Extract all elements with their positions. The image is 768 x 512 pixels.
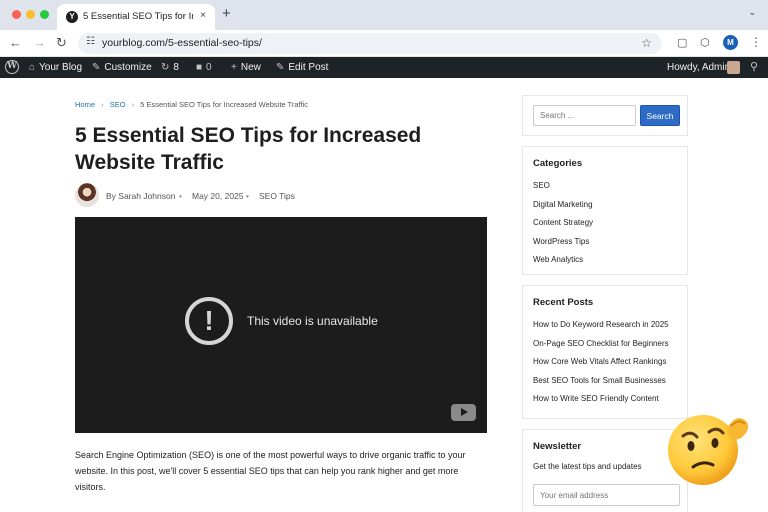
author-avatar[interactable] — [75, 183, 99, 207]
search-widget: Search — [522, 95, 688, 136]
meta-separator: • — [179, 191, 182, 201]
post-date: May 20, 2025 — [192, 191, 244, 201]
admin-edit-post[interactable]: ✎ Edit Post — [276, 62, 328, 73]
recent-posts-list: How to Do Keyword Research in 2025 On-Pa… — [533, 319, 669, 412]
admin-new[interactable]: + New — [231, 62, 261, 73]
back-arrow-icon[interactable]: ← — [9, 35, 22, 51]
brush-icon: ✎ — [92, 62, 101, 73]
new-tab-button[interactable]: + — [222, 6, 231, 22]
recent-post-link[interactable]: How Core Web Vitals Affect Rankings — [533, 356, 669, 375]
post-category[interactable]: SEO Tips — [259, 191, 295, 201]
recent-post-link[interactable]: Best SEO Tools for Small Businesses — [533, 375, 669, 394]
category-link[interactable]: Web Analytics — [533, 254, 593, 273]
breadcrumb-home[interactable]: Home — [75, 100, 95, 109]
breadcrumb-separator: › — [131, 100, 135, 109]
recent-post-link[interactable]: On-Page SEO Checklist for Beginners — [533, 338, 669, 357]
newsletter-email-input[interactable] — [533, 484, 680, 506]
breadcrumb: Home › SEO › 5 Essential SEO Tips for In… — [75, 100, 308, 109]
wp-admin-bar: W ⌂ Your Blog ✎ Customize ↻ 8 ■ 0 + New ✎ Edit… — [0, 57, 768, 78]
bookmark-star-icon[interactable]: ☆ — [641, 36, 652, 50]
browser-toolbar: ← → ↻ ☷ yourblog.com/5-essential-seo-tip… — [0, 30, 768, 57]
category-link[interactable]: Digital Marketing — [533, 199, 593, 218]
categories-title: Categories — [533, 158, 583, 169]
category-link[interactable]: WordPress Tips — [533, 236, 593, 255]
admin-search-icon[interactable]: ⚲ — [750, 60, 758, 73]
recent-post-link[interactable]: How to Write SEO Friendly Content — [533, 393, 669, 412]
post-meta: By Sarah Johnson • May 20, 2025 • SEO Ti… — [75, 183, 375, 208]
post-intro-paragraph: Search Engine Optimization (SEO) is one … — [75, 450, 466, 492]
meta-separator: • — [246, 191, 249, 201]
reload-icon[interactable]: ↻ — [56, 35, 67, 51]
admin-greeting[interactable]: Howdy, Admin — [667, 62, 730, 73]
extensions-icon[interactable]: ▢ — [677, 36, 687, 49]
categories-list: SEO Digital Marketing Content Strategy W… — [533, 180, 593, 273]
address-bar[interactable]: ☷ yourblog.com/5-essential-seo-tips/ ☆ — [78, 33, 662, 54]
browser-menu-icon[interactable]: ⋮ — [750, 35, 762, 49]
categories-widget: Categories SEO Digital Marketing Content… — [522, 146, 688, 275]
category-link[interactable]: Content Strategy — [533, 217, 593, 236]
recent-post-link[interactable]: How to Do Keyword Research in 2025 — [533, 319, 669, 338]
confused-emoji-icon — [668, 415, 749, 485]
comment-icon: ■ — [196, 62, 203, 73]
forward-arrow-icon[interactable]: → — [33, 35, 46, 51]
video-embed[interactable]: ! This video is unavailable — [75, 217, 487, 433]
exclamation-circle-icon: ! — [185, 297, 233, 345]
site-info-icon[interactable]: ☷ — [86, 36, 95, 47]
site-favicon-icon: Y — [66, 11, 78, 23]
post-title: 5 Essential SEO Tips for Increased Websi… — [75, 124, 422, 174]
recent-posts-widget: Recent Posts How to Do Keyword Research … — [522, 285, 688, 419]
category-link[interactable]: SEO — [533, 180, 593, 199]
profile-avatar[interactable]: M — [723, 35, 738, 50]
breadcrumb-category[interactable]: SEO — [110, 100, 126, 109]
updates-icon: ↻ — [161, 62, 170, 73]
admin-comments[interactable]: ■ 0 — [196, 62, 212, 73]
video-unavailable-message: This video is unavailable — [247, 314, 378, 328]
close-window-button[interactable] — [12, 10, 21, 19]
newsletter-description: Get the latest tips and updates — [533, 462, 642, 471]
plus-icon: + — [231, 62, 237, 73]
home-icon: ⌂ — [29, 62, 36, 73]
browser-tab-bar: Y 5 Essential SEO Tips for Increa × + ⌄ — [0, 0, 768, 30]
breadcrumb-current: 5 Essential SEO Tips for Increased Websi… — [140, 100, 308, 109]
sidebar-search-input[interactable] — [533, 105, 636, 126]
minimize-window-button[interactable] — [26, 10, 35, 19]
puzzle-icon[interactable]: ⬡ — [700, 36, 710, 49]
newsletter-title: Newsletter — [533, 441, 582, 452]
youtube-logo-icon[interactable] — [451, 404, 476, 421]
tab-close-icon[interactable]: × — [200, 10, 206, 21]
admin-avatar[interactable] — [727, 61, 740, 74]
pencil-icon: ✎ — [276, 62, 285, 73]
post-author[interactable]: By Sarah Johnson — [106, 191, 175, 201]
tab-search-chevron-icon[interactable]: ⌄ — [748, 7, 756, 18]
browser-tab[interactable]: Y 5 Essential SEO Tips for Increa × — [57, 4, 215, 30]
admin-customize[interactable]: ✎ Customize — [92, 62, 152, 73]
maximize-window-button[interactable] — [40, 10, 49, 19]
newsletter-widget: Newsletter Get the latest tips and updat… — [522, 429, 688, 512]
recent-posts-title: Recent Posts — [533, 297, 594, 308]
url-text[interactable]: yourblog.com/5-essential-seo-tips/ — [102, 37, 262, 49]
admin-site-name[interactable]: ⌂ Your Blog — [29, 62, 82, 73]
breadcrumb-separator: › — [101, 100, 104, 109]
admin-updates[interactable]: ↻ 8 — [161, 62, 179, 73]
wordpress-logo-icon[interactable]: W — [5, 60, 19, 74]
sidebar-search-button[interactable]: Search — [640, 105, 680, 126]
tab-title: 5 Essential SEO Tips for Increa — [83, 11, 193, 22]
